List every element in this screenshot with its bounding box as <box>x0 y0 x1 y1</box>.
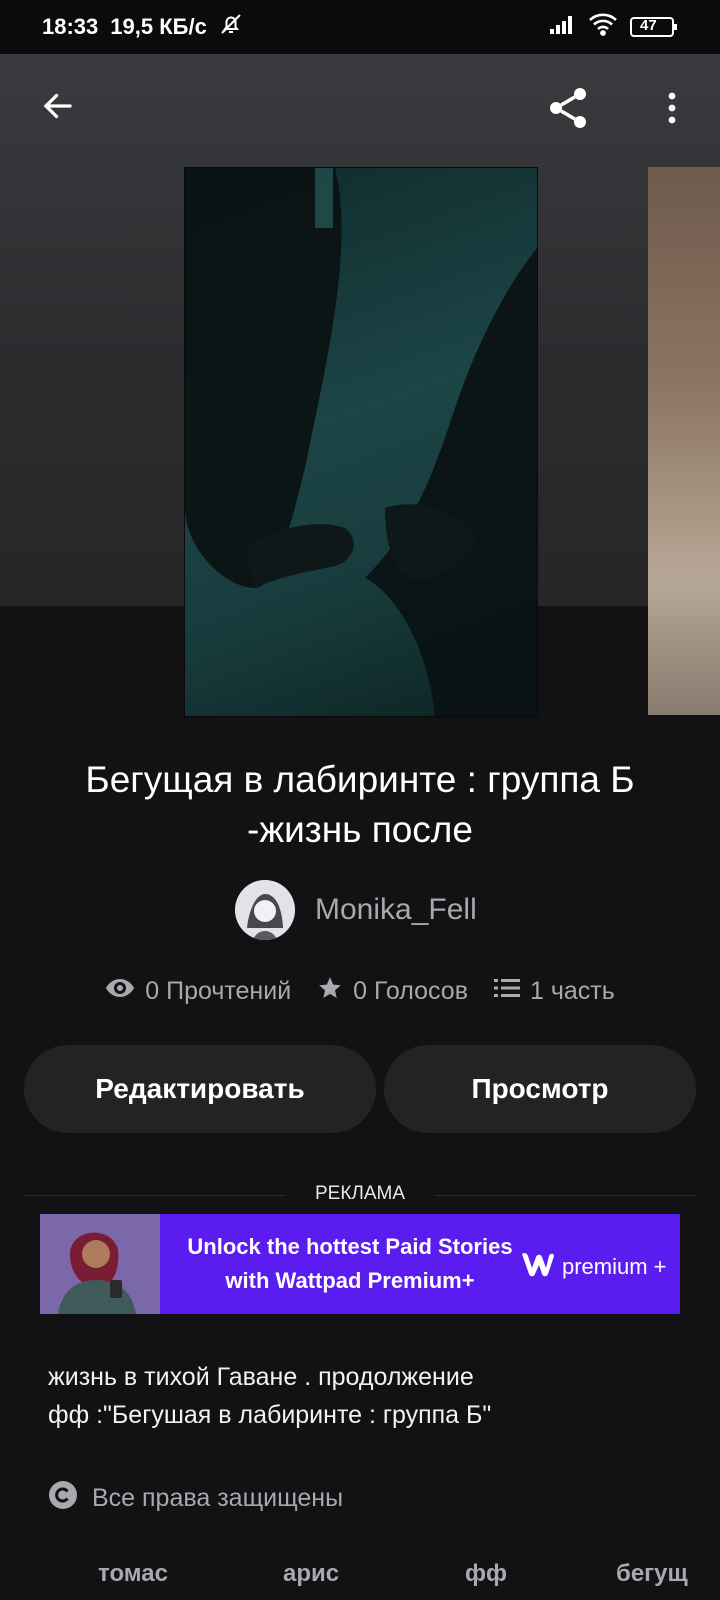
avatar <box>235 880 295 940</box>
ad-line-2: with Wattpad Premium+ <box>225 1268 475 1293</box>
edit-button[interactable]: Редактировать <box>24 1045 376 1133</box>
tag-begushch[interactable]: бегущ <box>616 1560 688 1588</box>
votes-stat: 0 Голосов <box>317 975 468 1008</box>
battery-icon: 47 <box>630 15 678 39</box>
top-bar <box>0 60 720 160</box>
status-time: 18:33 <box>42 14 99 39</box>
battery-level: 47 <box>640 17 657 34</box>
arrow-left-icon <box>40 88 76 129</box>
bell-off-icon <box>219 12 243 42</box>
back-button[interactable] <box>30 80 86 136</box>
star-icon <box>317 975 343 1008</box>
author-row[interactable]: Monika_Fell <box>235 880 477 940</box>
reads-count: 0 Прочтений <box>145 977 292 1005</box>
status-speed: 19,5 КБ/с <box>110 14 207 39</box>
cover-art <box>185 168 537 716</box>
votes-count: 0 Голосов <box>353 977 468 1005</box>
parts-count: 1 часть <box>529 977 615 1005</box>
copyright-row: Все права защищены <box>48 1480 343 1517</box>
ad-banner[interactable]: Unlock the hottest Paid Stories with Wat… <box>40 1214 680 1314</box>
story-cover[interactable] <box>184 167 538 717</box>
reads-stat: 0 Прочтений <box>105 977 291 1006</box>
ad-headline: Unlock the hottest Paid Stories with Wat… <box>160 1230 540 1298</box>
list-icon <box>493 977 520 1006</box>
share-button[interactable] <box>538 80 598 140</box>
tag-aris[interactable]: арис <box>283 1560 339 1588</box>
wifi-icon <box>588 12 618 42</box>
story-stats: 0 Прочтений 0 Голосов 1 часть <box>0 975 720 1008</box>
copyright-icon <box>48 1480 78 1517</box>
preview-button[interactable]: Просмотр <box>384 1045 696 1133</box>
author-name: Monika_Fell <box>315 893 477 926</box>
description-line-1: жизнь в тихой Гаване . продолжение <box>48 1363 474 1391</box>
tag-ff[interactable]: фф <box>465 1560 507 1588</box>
story-description: жизнь в тихой Гаване . продолжение фф :"… <box>48 1358 668 1434</box>
ad-line-1: Unlock the hottest Paid Stories <box>187 1234 513 1259</box>
description-line-2: фф :"Бегушая в лабиринте : группа Б" <box>48 1401 492 1429</box>
wattpad-premium-logo: premium + <box>520 1250 667 1284</box>
ad-person-image <box>40 1214 160 1314</box>
copyright-text: Все права защищены <box>92 1484 344 1512</box>
more-button[interactable] <box>650 80 694 140</box>
more-vertical-icon <box>666 90 678 131</box>
status-bar: 18:33 19,5 КБ/с 47 <box>0 0 720 54</box>
parts-stat: 1 часть <box>493 977 615 1006</box>
share-icon <box>544 84 592 137</box>
tag-tomas[interactable]: томас <box>98 1560 168 1588</box>
eye-icon <box>105 977 135 1006</box>
wattpad-w-icon <box>520 1250 556 1284</box>
ad-label: РЕКЛАМА <box>24 1183 696 1205</box>
next-cover[interactable] <box>648 167 720 715</box>
signal-icon <box>548 13 576 41</box>
story-title: Бегущая в лабиринте : группа Б -жизнь по… <box>85 759 635 850</box>
tags-row: томас арис фф бегущ <box>0 1560 720 1600</box>
premium-text: premium + <box>562 1254 667 1279</box>
